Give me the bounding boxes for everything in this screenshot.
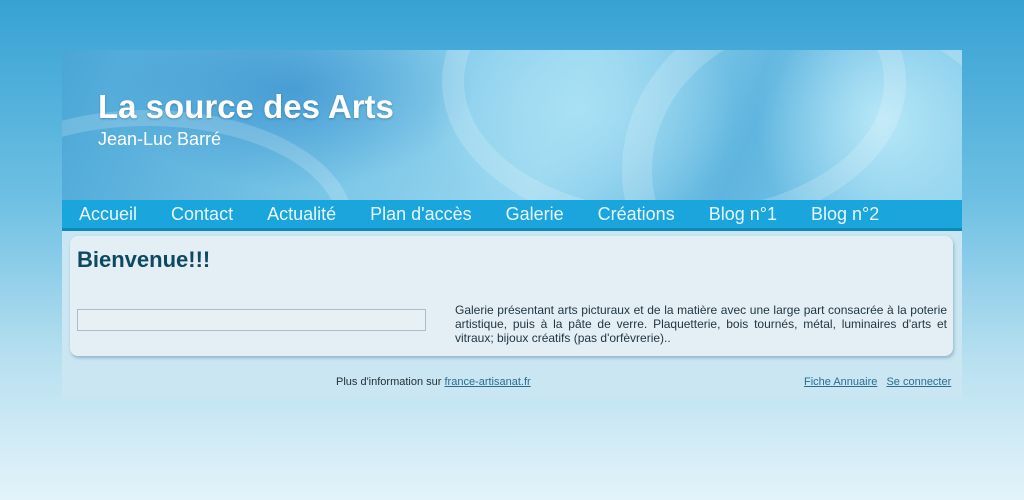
nav-item-contact[interactable]: Contact: [154, 200, 250, 228]
page-container: La source des Arts Jean-Luc Barré Accuei…: [62, 50, 962, 399]
page-title: Bienvenue!!!: [77, 247, 211, 272]
directory-link[interactable]: Fiche Annuaire: [804, 376, 877, 388]
empty-field[interactable]: [77, 309, 426, 331]
login-link[interactable]: Se connecter: [886, 376, 951, 388]
footer-info: Plus d'information sur france-artisanat.…: [336, 376, 531, 388]
nav-item-blog-2[interactable]: Blog n°2: [794, 200, 896, 228]
france-artisanat-link[interactable]: france-artisanat.fr: [444, 376, 530, 388]
nav-item-creations[interactable]: Créations: [581, 200, 692, 228]
gallery-description: Galerie présentant arts picturaux et de …: [455, 303, 947, 345]
footer-info-text: Plus d'information sur: [336, 376, 445, 388]
header-decoration: [622, 50, 962, 200]
nav-item-actualite[interactable]: Actualité: [250, 200, 353, 228]
nav-item-accueil[interactable]: Accueil: [62, 200, 154, 228]
nav-item-blog-1[interactable]: Blog n°1: [692, 200, 794, 228]
site-header: La source des Arts Jean-Luc Barré: [62, 50, 962, 200]
site-title: La source des Arts: [98, 88, 394, 125]
site-subtitle: Jean-Luc Barré: [98, 129, 222, 149]
nav-item-galerie[interactable]: Galerie: [489, 200, 581, 228]
footer-links: Fiche Annuaire Se connecter: [804, 376, 957, 388]
content-panel: Bienvenue!!! Galerie présentant arts pic…: [70, 236, 953, 356]
nav-item-plan-acces[interactable]: Plan d'accès: [353, 200, 489, 228]
main-navigation: Accueil Contact Actualité Plan d'accès G…: [62, 200, 962, 231]
